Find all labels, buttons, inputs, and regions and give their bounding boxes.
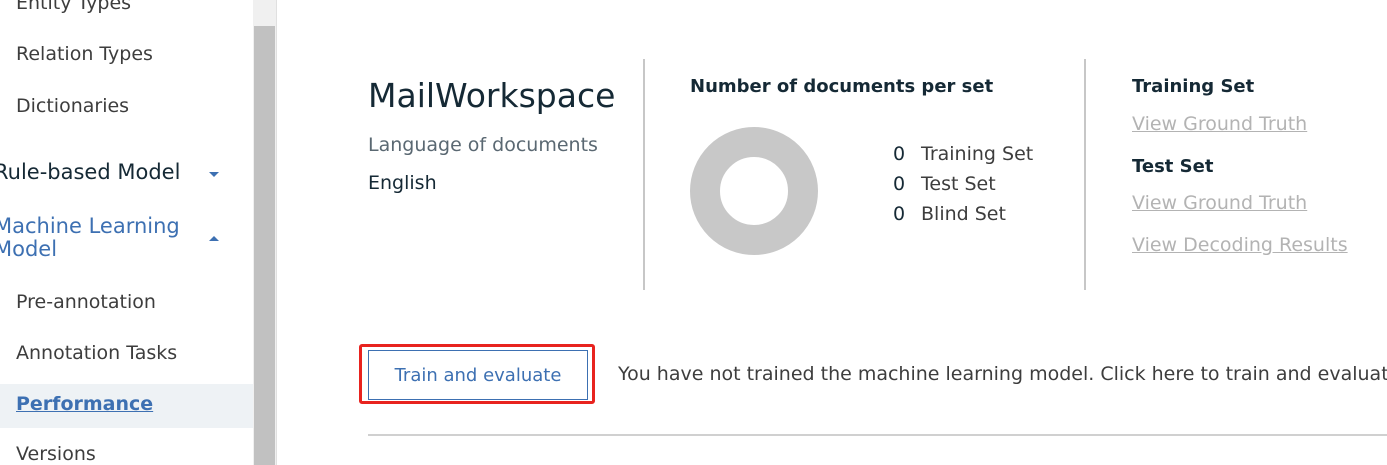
sidebar-item-versions[interactable]: Versions: [16, 443, 96, 465]
legend-item-blind-set: 0 Blind Set: [893, 203, 1006, 225]
documents-donut-chart: [690, 127, 818, 255]
legend-count: 0: [893, 143, 906, 165]
sidebar-group-label-line1: Machine Learning: [0, 214, 180, 238]
donut-empty-ring: [690, 127, 818, 255]
workspace-title: MailWorkspace: [368, 76, 616, 115]
sidebar-item-relation-types[interactable]: Relation Types: [16, 43, 153, 65]
legend-count: 0: [893, 173, 906, 195]
test-set-heading: Test Set: [1132, 156, 1214, 177]
test-view-ground-truth-link[interactable]: View Ground Truth: [1132, 192, 1307, 214]
train-status-message: You have not trained the machine learnin…: [618, 363, 1387, 385]
language-label: Language of documents: [368, 134, 598, 156]
legend-label: Test Set: [921, 173, 996, 195]
chevron-up-icon[interactable]: [209, 236, 219, 241]
sidebar-item-performance[interactable]: Performance: [16, 393, 153, 415]
chevron-down-icon[interactable]: [209, 172, 219, 177]
horizontal-divider: [368, 434, 1387, 436]
legend-item-test-set: 0 Test Set: [893, 173, 996, 195]
chart-title: Number of documents per set: [690, 76, 994, 97]
view-decoding-results-link[interactable]: View Decoding Results: [1132, 234, 1348, 256]
legend-label: Training Set: [921, 143, 1034, 165]
sidebar: Entity Types Relation Types Dictionaries…: [0, 0, 253, 465]
train-and-evaluate-button[interactable]: Train and evaluate: [368, 350, 588, 400]
sidebar-group-label-line2: Model: [0, 237, 58, 261]
sidebar-item-annotation-tasks[interactable]: Annotation Tasks: [16, 342, 177, 364]
section-divider: [1084, 59, 1086, 290]
sidebar-item-dictionaries[interactable]: Dictionaries: [16, 95, 129, 117]
sidebar-group-machine-learning-model[interactable]: Machine Learning Model: [0, 215, 180, 261]
training-view-ground-truth-link[interactable]: View Ground Truth: [1132, 113, 1307, 135]
training-set-heading: Training Set: [1132, 76, 1255, 97]
sidebar-item-pre-annotation[interactable]: Pre-annotation: [16, 291, 156, 313]
legend-item-training-set: 0 Training Set: [893, 143, 1033, 165]
sidebar-item-entity-types[interactable]: Entity Types: [16, 0, 131, 14]
sidebar-group-rule-based-model[interactable]: Rule-based Model: [0, 160, 180, 184]
legend-count: 0: [893, 203, 906, 225]
sidebar-scrollbar-thumb[interactable]: [254, 26, 275, 465]
legend-label: Blind Set: [921, 203, 1006, 225]
section-divider: [643, 59, 645, 290]
language-value: English: [368, 172, 437, 194]
